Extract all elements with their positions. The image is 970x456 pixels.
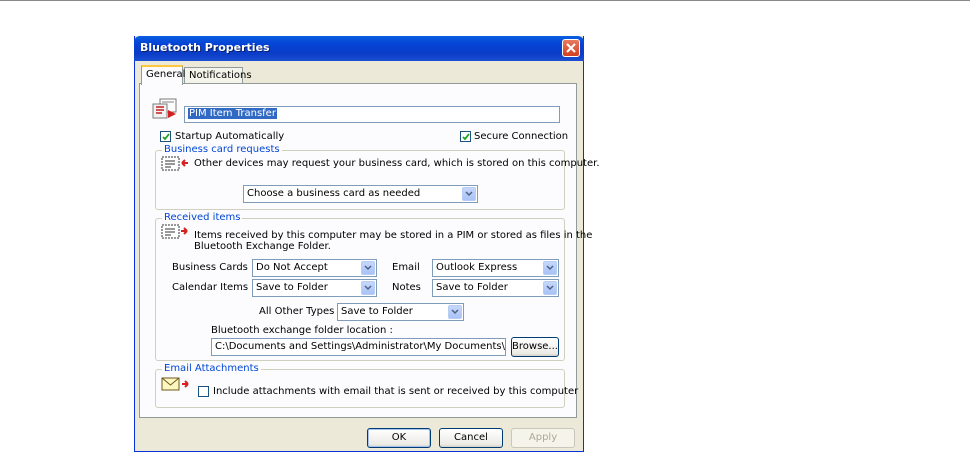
include-attachments-label: Include attachments with email that is s…: [213, 386, 579, 397]
email-label: Email: [392, 262, 420, 273]
dropdown-arrow[interactable]: [361, 281, 375, 295]
dropdown-arrow[interactable]: [448, 305, 462, 319]
chevron-down-icon: [451, 309, 459, 315]
service-name-input[interactable]: PIM Item Transfer: [184, 106, 560, 123]
chevron-down-icon: [465, 191, 473, 197]
close-icon: [566, 43, 576, 53]
tab-notifications-label: Notifications: [189, 70, 252, 81]
chevron-down-icon: [546, 265, 554, 271]
calendar-items-select-value: Save to Folder: [256, 282, 328, 293]
notes-label: Notes: [392, 282, 421, 293]
business-card-select-value: Choose a business card as needed: [247, 188, 421, 199]
calendar-items-label: Calendar Items: [172, 282, 249, 293]
dropdown-arrow[interactable]: [361, 261, 375, 275]
checkmark-icon: [162, 133, 170, 141]
received-items-group: Received items Items received by this co…: [155, 212, 592, 361]
business-card-description: Other devices may request your business …: [194, 158, 600, 169]
startup-automatically-label: Startup Automatically: [175, 131, 285, 142]
received-items-description-line2: Bluetooth Exchange Folder.: [194, 241, 331, 252]
calendar-items-select[interactable]: Save to Folder: [252, 279, 377, 297]
top-divider: [0, 0, 970, 1]
startup-automatically-checkbox[interactable]: [160, 131, 171, 142]
cancel-button-label: Cancel: [454, 432, 488, 443]
dropdown-arrow[interactable]: [462, 187, 476, 201]
folder-location-label: Bluetooth exchange folder location :: [211, 325, 393, 336]
secure-connection-checkbox[interactable]: [460, 131, 471, 142]
business-cards-select-value: Do Not Accept: [256, 262, 328, 273]
dropdown-arrow[interactable]: [543, 281, 557, 295]
browse-button-label: Browse...: [512, 341, 558, 352]
include-attachments-checkbox[interactable]: [198, 386, 209, 397]
tab-general-label: General: [146, 69, 186, 80]
business-card-select[interactable]: Choose a business card as needed: [243, 185, 478, 203]
checkmark-icon: [462, 133, 470, 141]
notes-select[interactable]: Save to Folder: [432, 279, 559, 297]
service-name-value: PIM Item Transfer: [188, 108, 277, 119]
business-card-icon: [161, 156, 188, 171]
title-bar[interactable]: Bluetooth Properties: [134, 36, 584, 61]
received-items-title: Received items: [162, 212, 243, 223]
email-select-value: Outlook Express: [436, 262, 518, 273]
apply-button[interactable]: Apply: [511, 428, 575, 448]
notes-select-value: Save to Folder: [436, 282, 508, 293]
folder-location-input[interactable]: C:\Documents and Settings\Administrator\…: [211, 338, 506, 356]
chevron-down-icon: [364, 285, 372, 291]
secure-connection-label: Secure Connection: [474, 131, 569, 142]
dropdown-arrow[interactable]: [543, 261, 557, 275]
all-other-types-label: All Other Types: [259, 306, 335, 317]
browse-button[interactable]: Browse...: [511, 337, 559, 357]
email-attachments-group: Email Attachments Include attachments wi…: [155, 363, 578, 408]
received-items-description-line1: Items received by this computer may be s…: [194, 230, 593, 241]
chevron-down-icon: [546, 285, 554, 291]
business-cards-select[interactable]: Do Not Accept: [252, 259, 377, 277]
business-cards-label: Business Cards: [172, 262, 248, 273]
email-select[interactable]: Outlook Express: [432, 259, 559, 277]
email-attachments-title: Email Attachments: [162, 363, 261, 374]
chevron-down-icon: [364, 265, 372, 271]
ok-button[interactable]: OK: [367, 428, 431, 448]
business-card-requests-group: Business card requests Other devices may…: [155, 144, 600, 210]
tab-general[interactable]: General: [141, 65, 186, 85]
all-other-types-select-value: Save to Folder: [341, 306, 413, 317]
folder-location-value: C:\Documents and Settings\Administrator\…: [215, 341, 505, 352]
ok-button-label: OK: [391, 432, 407, 443]
apply-button-label: Apply: [528, 432, 558, 443]
close-button[interactable]: [562, 39, 580, 57]
general-tab-panel: PIM Item Transfer Startup Automatically …: [139, 83, 600, 418]
envelope-icon: [161, 377, 189, 391]
bluetooth-properties-dialog: Bluetooth Properties General Notificatio…: [134, 36, 600, 452]
all-other-types-select[interactable]: Save to Folder: [337, 303, 464, 321]
business-card-requests-title: Business card requests: [162, 144, 282, 155]
received-items-icon: [161, 224, 188, 239]
pim-transfer-icon: [152, 98, 177, 119]
window-title: Bluetooth Properties: [140, 41, 270, 54]
cancel-button[interactable]: Cancel: [439, 428, 503, 448]
